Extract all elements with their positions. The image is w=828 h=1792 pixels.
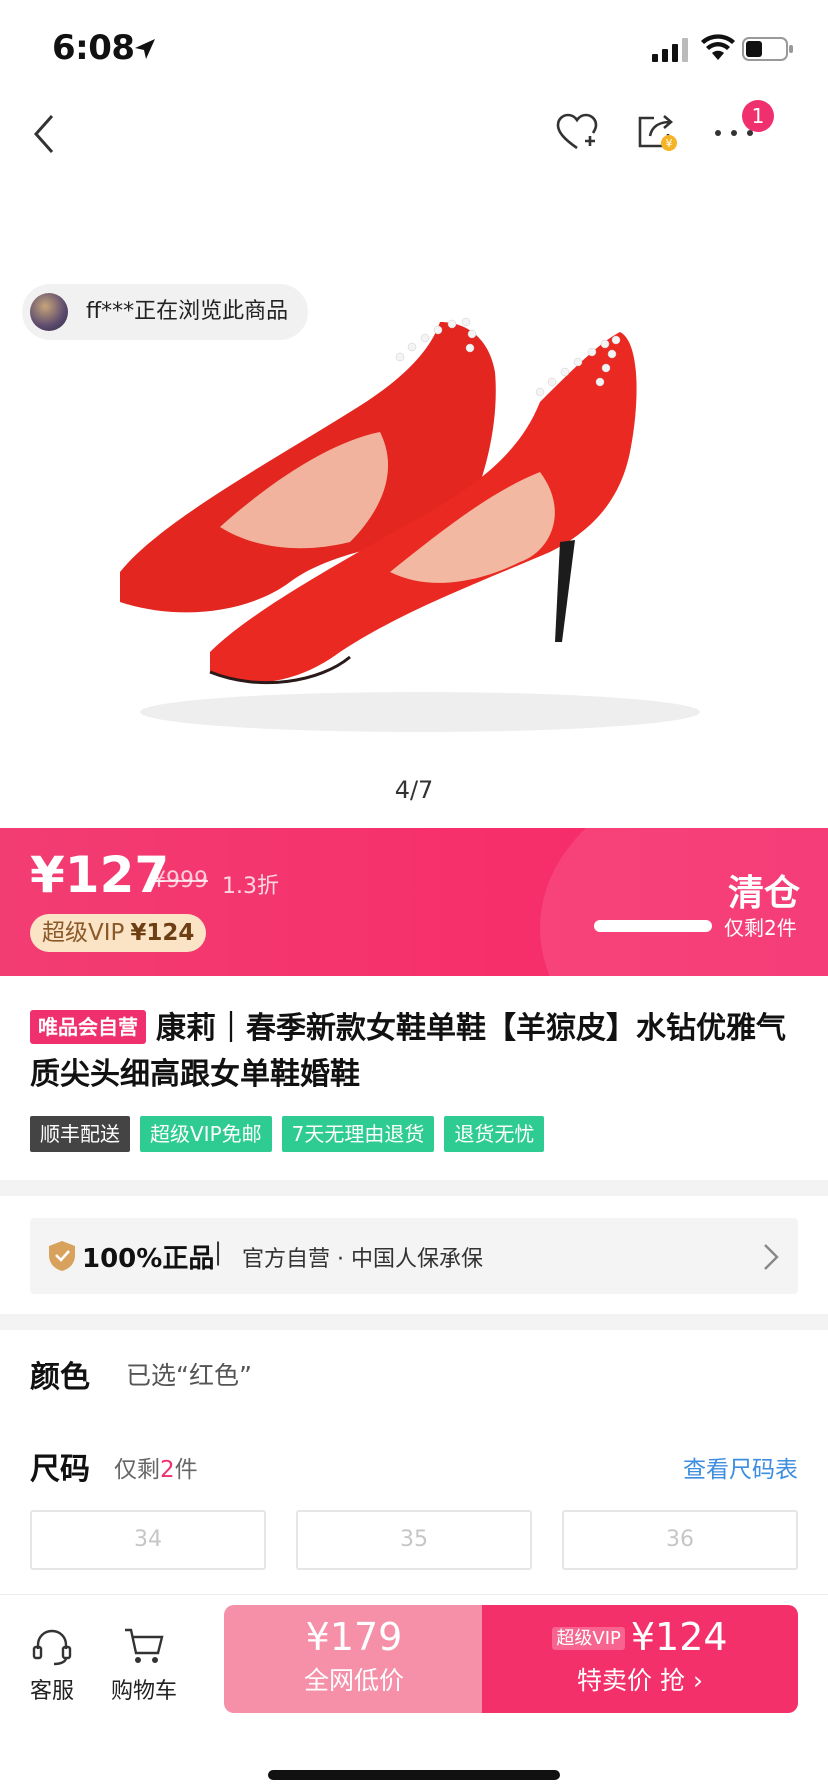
vip-label: 超级VIP bbox=[42, 920, 125, 946]
current-price: ¥127 bbox=[30, 846, 170, 904]
service-tag: 退货无忧 bbox=[444, 1116, 545, 1152]
vip-price: ¥124 bbox=[130, 920, 195, 946]
more-badge: 1 bbox=[742, 100, 774, 132]
buy-label: 特卖价 抢 › bbox=[577, 1666, 703, 1695]
size-choice[interactable]: 36 bbox=[562, 1510, 798, 1570]
share-icon[interactable]: ¥ bbox=[634, 108, 680, 154]
back-icon[interactable] bbox=[28, 110, 60, 158]
status-bar: 6:08 bbox=[0, 0, 828, 96]
service-tag: 顺丰配送 bbox=[30, 1116, 130, 1152]
size-option: 尺码 仅剩2件 查看尺码表 bbox=[30, 1444, 798, 1488]
shield-check-icon bbox=[49, 1241, 75, 1271]
self-operated-tag: 唯品会自营 bbox=[30, 1010, 146, 1044]
guarantee-title: 100%正品 bbox=[82, 1244, 215, 1274]
svg-text:¥: ¥ bbox=[666, 137, 673, 150]
size-note-num: 2 bbox=[160, 1457, 175, 1483]
image-page-indicator: 4/7 bbox=[394, 776, 434, 804]
cart-button[interactable]: 购物车 bbox=[106, 1625, 182, 1705]
buy-price: ¥124 bbox=[630, 1615, 728, 1659]
service-tag: 7天无理由退货 bbox=[281, 1116, 435, 1152]
stock-text: 仅剩2件 bbox=[724, 916, 797, 940]
service-tag: 超级VIP免邮 bbox=[140, 1116, 272, 1152]
guarantee-separator: | bbox=[214, 1238, 223, 1266]
cellular-signal-icon bbox=[652, 38, 688, 62]
wifi-icon bbox=[701, 34, 735, 60]
size-chart-link[interactable]: 查看尺码表 bbox=[683, 1450, 798, 1484]
size-note-suffix: 件 bbox=[174, 1457, 198, 1483]
buy-price-line: 超级VIP ¥124 bbox=[482, 1615, 798, 1659]
home-indicator bbox=[268, 1770, 560, 1780]
product-image-gallery[interactable]: ff***正在浏览此商品 4/7 bbox=[0, 172, 828, 828]
size-stock-note: 仅剩2件 bbox=[114, 1450, 198, 1484]
size-label: 尺码 bbox=[30, 1452, 90, 1487]
product-shoes-image bbox=[120, 317, 700, 732]
color-label: 颜色 bbox=[30, 1360, 90, 1395]
battery-icon bbox=[742, 37, 793, 61]
headset-icon bbox=[32, 1629, 72, 1666]
lowest-price-button[interactable]: ¥179 全网低价 bbox=[224, 1605, 484, 1713]
customer-service-label: 客服 bbox=[29, 1679, 74, 1704]
discount-label: 1.3折 bbox=[222, 874, 279, 899]
vip-price-pill: 超级VIP ¥124 bbox=[30, 914, 207, 952]
clearance-label: 清仓 bbox=[728, 873, 801, 914]
section-divider bbox=[0, 1180, 828, 1196]
size-grid: 34 35 36 bbox=[30, 1510, 798, 1570]
buy-now-button[interactable]: 超级VIP ¥124 特卖价 抢 › bbox=[482, 1605, 798, 1713]
lowest-price-label: 全网低价 bbox=[303, 1666, 404, 1695]
service-tags: 顺丰配送 超级VIP免邮 7天无理由退货 退货无忧 bbox=[30, 1116, 545, 1152]
price-banner: ¥127 ¥999 1.3折 超级VIP ¥124 清仓 仅剩2件 bbox=[0, 828, 828, 976]
bottom-action-bar: 客服 购物车 ¥179 全网低价 超级VIP ¥124 特卖价 抢 › bbox=[0, 1594, 828, 1792]
authenticity-guarantee[interactable]: 100%正品 | 官方自营 · 中国人保承保 bbox=[30, 1218, 798, 1294]
status-time: 6:08 bbox=[52, 28, 135, 68]
product-title: 唯品会自营 康莉｜春季新款女鞋单鞋【羊猄皮】水钻优雅气质尖头细高跟女单鞋婚鞋 bbox=[30, 1006, 800, 1098]
guarantee-text: 官方自营 · 中国人保承保 bbox=[242, 1247, 483, 1272]
nav-bar: ¥ 1 bbox=[0, 96, 828, 172]
shopping-cart-icon bbox=[125, 1628, 164, 1663]
lowest-price: ¥179 bbox=[305, 1615, 403, 1659]
size-note-prefix: 仅剩 bbox=[114, 1457, 160, 1483]
vip-mini-tag: 超级VIP bbox=[552, 1627, 625, 1650]
original-price: ¥999 bbox=[152, 868, 208, 893]
cart-label: 购物车 bbox=[110, 1679, 177, 1704]
customer-service-button[interactable]: 客服 bbox=[24, 1625, 80, 1705]
size-choice[interactable]: 34 bbox=[30, 1510, 266, 1570]
size-choice[interactable]: 35 bbox=[296, 1510, 532, 1570]
chevron-right-icon bbox=[764, 1244, 779, 1270]
color-option[interactable]: 颜色 已选“红色” bbox=[30, 1352, 798, 1396]
location-arrow-icon bbox=[135, 39, 155, 59]
avatar bbox=[30, 293, 68, 331]
section-divider bbox=[0, 1314, 828, 1330]
stock-progress-bar bbox=[594, 920, 712, 932]
color-selected-value: 已选“红色” bbox=[126, 1361, 252, 1390]
favorite-heart-icon[interactable] bbox=[554, 110, 600, 156]
product-info: 唯品会自营 康莉｜春季新款女鞋单鞋【羊猄皮】水钻优雅气质尖头细高跟女单鞋婚鞋 顺丰… bbox=[0, 976, 828, 1180]
